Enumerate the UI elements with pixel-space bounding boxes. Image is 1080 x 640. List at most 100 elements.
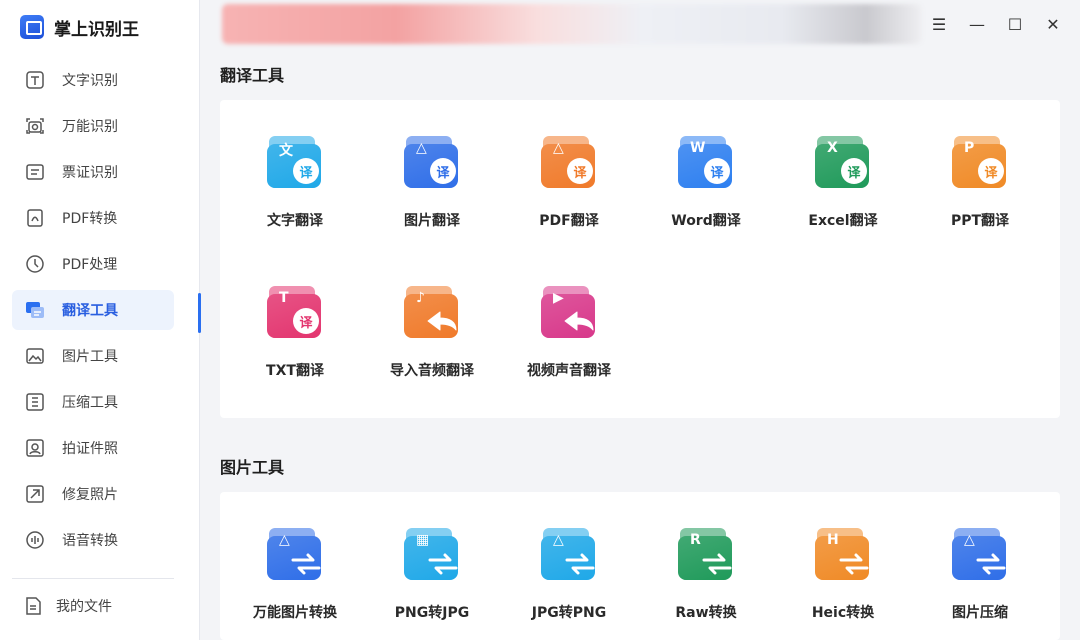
translate-badge-icon: 译 [430,158,456,184]
sidebar-item-label: 翻译工具 [62,303,118,319]
sidebar-item-label: 语音转换 [62,533,118,549]
section-title-translate: 翻译工具 [220,66,285,85]
tool-icon: ♪ [404,286,460,342]
tool-translate-2[interactable]: △ 译 PDF翻译 [504,136,634,230]
my-files-button[interactable]: 我的文件 [22,590,112,622]
tool-glyph-icon: △ [964,532,975,548]
sidebar-item-translate-tools[interactable]: 翻译工具 [12,290,174,330]
maximize-button[interactable]: ☐ [1005,14,1025,34]
sidebar-item-repair-photo[interactable]: 修复照片 [12,474,174,514]
tool-label: 图片压缩 [952,605,1008,621]
convert-arrow-icon [702,553,732,575]
sidebar-item-label: PDF处理 [62,257,118,273]
tool-translate-5[interactable]: P 译 PPT翻译 [915,136,1045,230]
tool-image-1[interactable]: ▦ PNG转JPG [367,528,497,622]
sidebar-nav: 文字识别 万能识别 票证识别 PDF转换 PDF处理 翻译工具 图片工具 压缩工… [12,60,174,566]
pdf-convert-icon [24,207,46,229]
minimize-button[interactable]: — [967,14,987,34]
text-recognition-icon [24,69,46,91]
tool-icon: W译 [678,136,734,192]
tool-glyph-icon: △ [553,532,564,548]
menu-icon[interactable]: ☰ [929,14,949,34]
arrow-path [428,553,458,575]
tool-icon: △ 译 [541,136,597,192]
translate-badge-icon: 译 [704,158,730,184]
tool-translate-8[interactable]: ▶ 视频声音翻译 [504,286,634,380]
app-title: 掌上识别王 [54,19,139,40]
tool-label: PNG转JPG [394,605,470,621]
tool-label: Excel翻译 [808,213,878,229]
tool-label: 导入音频翻译 [390,363,474,379]
tool-glyph-icon: H [827,532,839,548]
translate-badge-icon: 译 [978,158,1004,184]
tool-label: Heic转换 [811,605,875,621]
sidebar-item-label: 修复照片 [62,487,118,503]
my-files-label: 我的文件 [56,599,112,615]
tool-icon: R [678,528,734,584]
translate-badge-icon: 译 [841,158,867,184]
close-button[interactable]: ✕ [1043,14,1063,34]
tool-label: TXT翻译 [266,363,324,379]
id-photo-icon [24,437,46,459]
translate-tools-icon [24,299,46,321]
universal-recognition-icon [24,115,46,137]
section-title-image: 图片工具 [220,458,285,477]
active-indicator [198,293,201,333]
tool-icon: H [815,528,871,584]
tool-image-2[interactable]: △ JPG转PNG [504,528,634,622]
sidebar-item-voice-convert[interactable]: 语音转换 [12,520,174,560]
sidebar-item-compress-tools[interactable]: 压缩工具 [12,382,174,422]
tool-glyph-icon: X [827,140,838,156]
tool-icon: △ [267,528,323,584]
tool-glyph-icon: R [690,532,701,548]
arrow-path [427,311,457,331]
sidebar-item-pdf-convert[interactable]: PDF转换 [12,198,174,238]
tool-glyph-icon: ▶ [553,290,564,306]
arrow-path [839,553,869,575]
sidebar-item-label: 票证识别 [62,165,118,181]
tool-glyph-icon: W [690,140,706,156]
tool-icon: 文译 [267,136,323,192]
tool-image-0[interactable]: △ 万能图片转换 [230,528,360,622]
image-tools-panel: △ 万能图片转换 ▦ PNG转JPG △ JPG转PNG R Raw转换 H Heic转换 △ 图片压… [220,492,1060,640]
tool-image-4[interactable]: H Heic转换 [778,528,908,622]
sidebar-item-label: 拍证件照 [62,441,118,457]
sidebar-item-image-tools[interactable]: 图片工具 [12,336,174,376]
tool-translate-4[interactable]: X 译 Excel翻译 [778,136,908,230]
sidebar-divider [12,578,174,579]
translate-badge-icon: 译 [293,308,319,334]
sidebar-item-ticket-recognition[interactable]: 票证识别 [12,152,174,192]
arrow-path [976,553,1006,575]
tool-icon: △ [952,528,1008,584]
sidebar-item-universal-recognition[interactable]: 万能识别 [12,106,174,146]
sidebar-item-id-photo[interactable]: 拍证件照 [12,428,174,468]
tool-translate-0[interactable]: 文译文字翻译 [230,136,360,230]
tool-glyph-icon: T [279,290,289,306]
app-logo-icon [20,15,44,39]
tool-label: Word翻译 [671,213,741,229]
tool-image-5[interactable]: △ 图片压缩 [915,528,1045,622]
tool-label: 万能图片转换 [253,605,337,621]
tool-icon: P译 [952,136,1008,192]
tool-image-3[interactable]: R Raw转换 [641,528,771,622]
tool-icon: △ [541,528,597,584]
blurred-banner [222,4,922,44]
sidebar-item-text-recognition[interactable]: 文字识别 [12,60,174,100]
tool-translate-7[interactable]: ♪ 导入音频翻译 [367,286,497,380]
tool-glyph-icon: △ [416,140,427,156]
sidebar-item-pdf-process[interactable]: PDF处理 [12,244,174,284]
sidebar-item-label: 压缩工具 [62,395,118,411]
translate-badge-icon: 译 [293,158,319,184]
tool-translate-1[interactable]: △ 译图片翻译 [367,136,497,230]
convert-arrow-icon [428,553,458,575]
tool-label: 文字翻译 [267,213,323,229]
tool-translate-3[interactable]: W 译 Word翻译 [641,136,771,230]
tool-label: 视频声音翻译 [527,363,611,379]
convert-arrow-icon [839,553,869,575]
convert-arrow-icon [291,553,321,575]
tool-translate-6[interactable]: T 译 TXT翻译 [230,286,360,380]
arrow-path [291,553,321,575]
tool-glyph-icon: ♪ [416,290,425,306]
convert-arrow-icon [565,553,595,575]
convert-arrow-icon [976,553,1006,575]
